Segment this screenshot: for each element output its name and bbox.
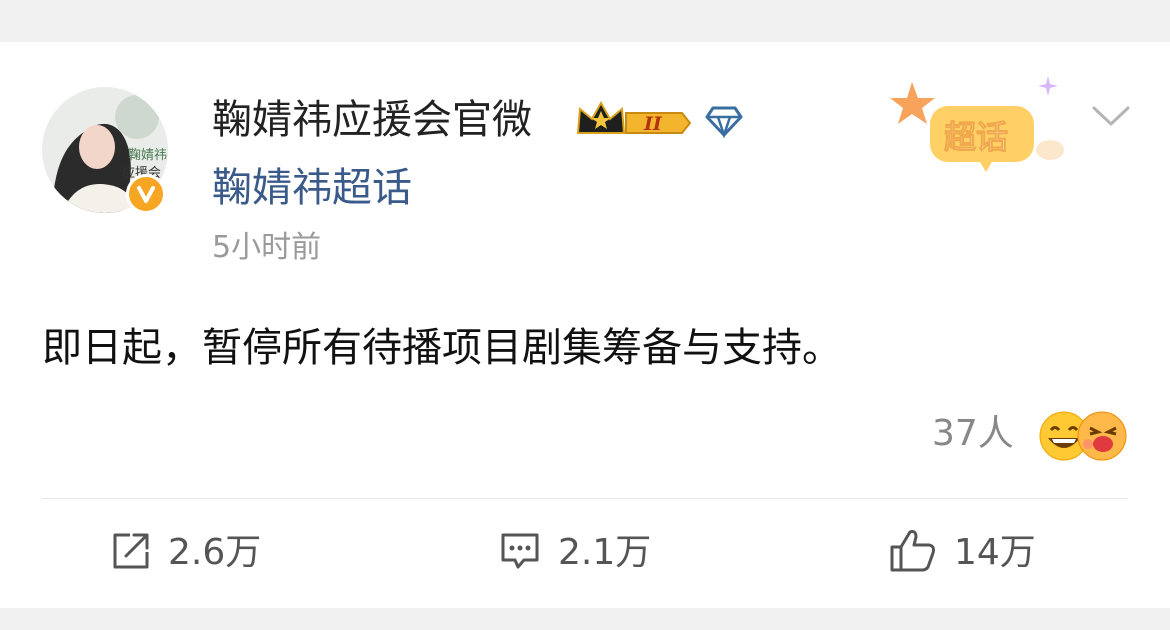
divider (42, 498, 1128, 499)
svg-text:鞠婧祎: 鞠婧祎 (128, 148, 167, 163)
comment-button[interactable]: 2.1万 (498, 528, 651, 578)
comment-count: 2.1万 (558, 532, 652, 573)
thumbs-up-icon (888, 528, 938, 578)
verified-icon (126, 174, 166, 214)
chevron-down-icon[interactable] (1090, 102, 1132, 134)
like-count: 14万 (954, 532, 1036, 573)
crown-icon[interactable]: II (574, 99, 692, 147)
post-time: 5小时前 (212, 230, 322, 265)
repost-count: 2.6万 (168, 532, 262, 573)
repost-button[interactable]: 2.6万 (110, 528, 261, 578)
username[interactable]: 鞠婧祎应援会官微 (212, 92, 532, 148)
reactions-count[interactable]: 37人 (932, 412, 1014, 456)
supertopic-badge[interactable]: 超话 (888, 64, 1068, 178)
laugh-emoji-icon (1077, 411, 1127, 461)
reaction-emojis[interactable] (1036, 408, 1130, 468)
diamond-icon[interactable] (704, 104, 744, 142)
supertopic-badge-text: 超话 (944, 118, 1008, 156)
post-content: 即日起，暂停所有待播项目剧集筹备与支持。 (42, 325, 842, 371)
comment-icon (498, 530, 542, 576)
repost-icon (110, 530, 152, 576)
level-badge-text: II (643, 113, 663, 135)
like-button[interactable]: 14万 (888, 528, 1036, 578)
supertopic-link[interactable]: 鞠婧祎超话 (212, 160, 412, 216)
post-card: 鞠婧祎 应援会 鞠婧祎应援会官微 II 鞠婧祎超话 5小时前 超话 (0, 42, 1170, 608)
